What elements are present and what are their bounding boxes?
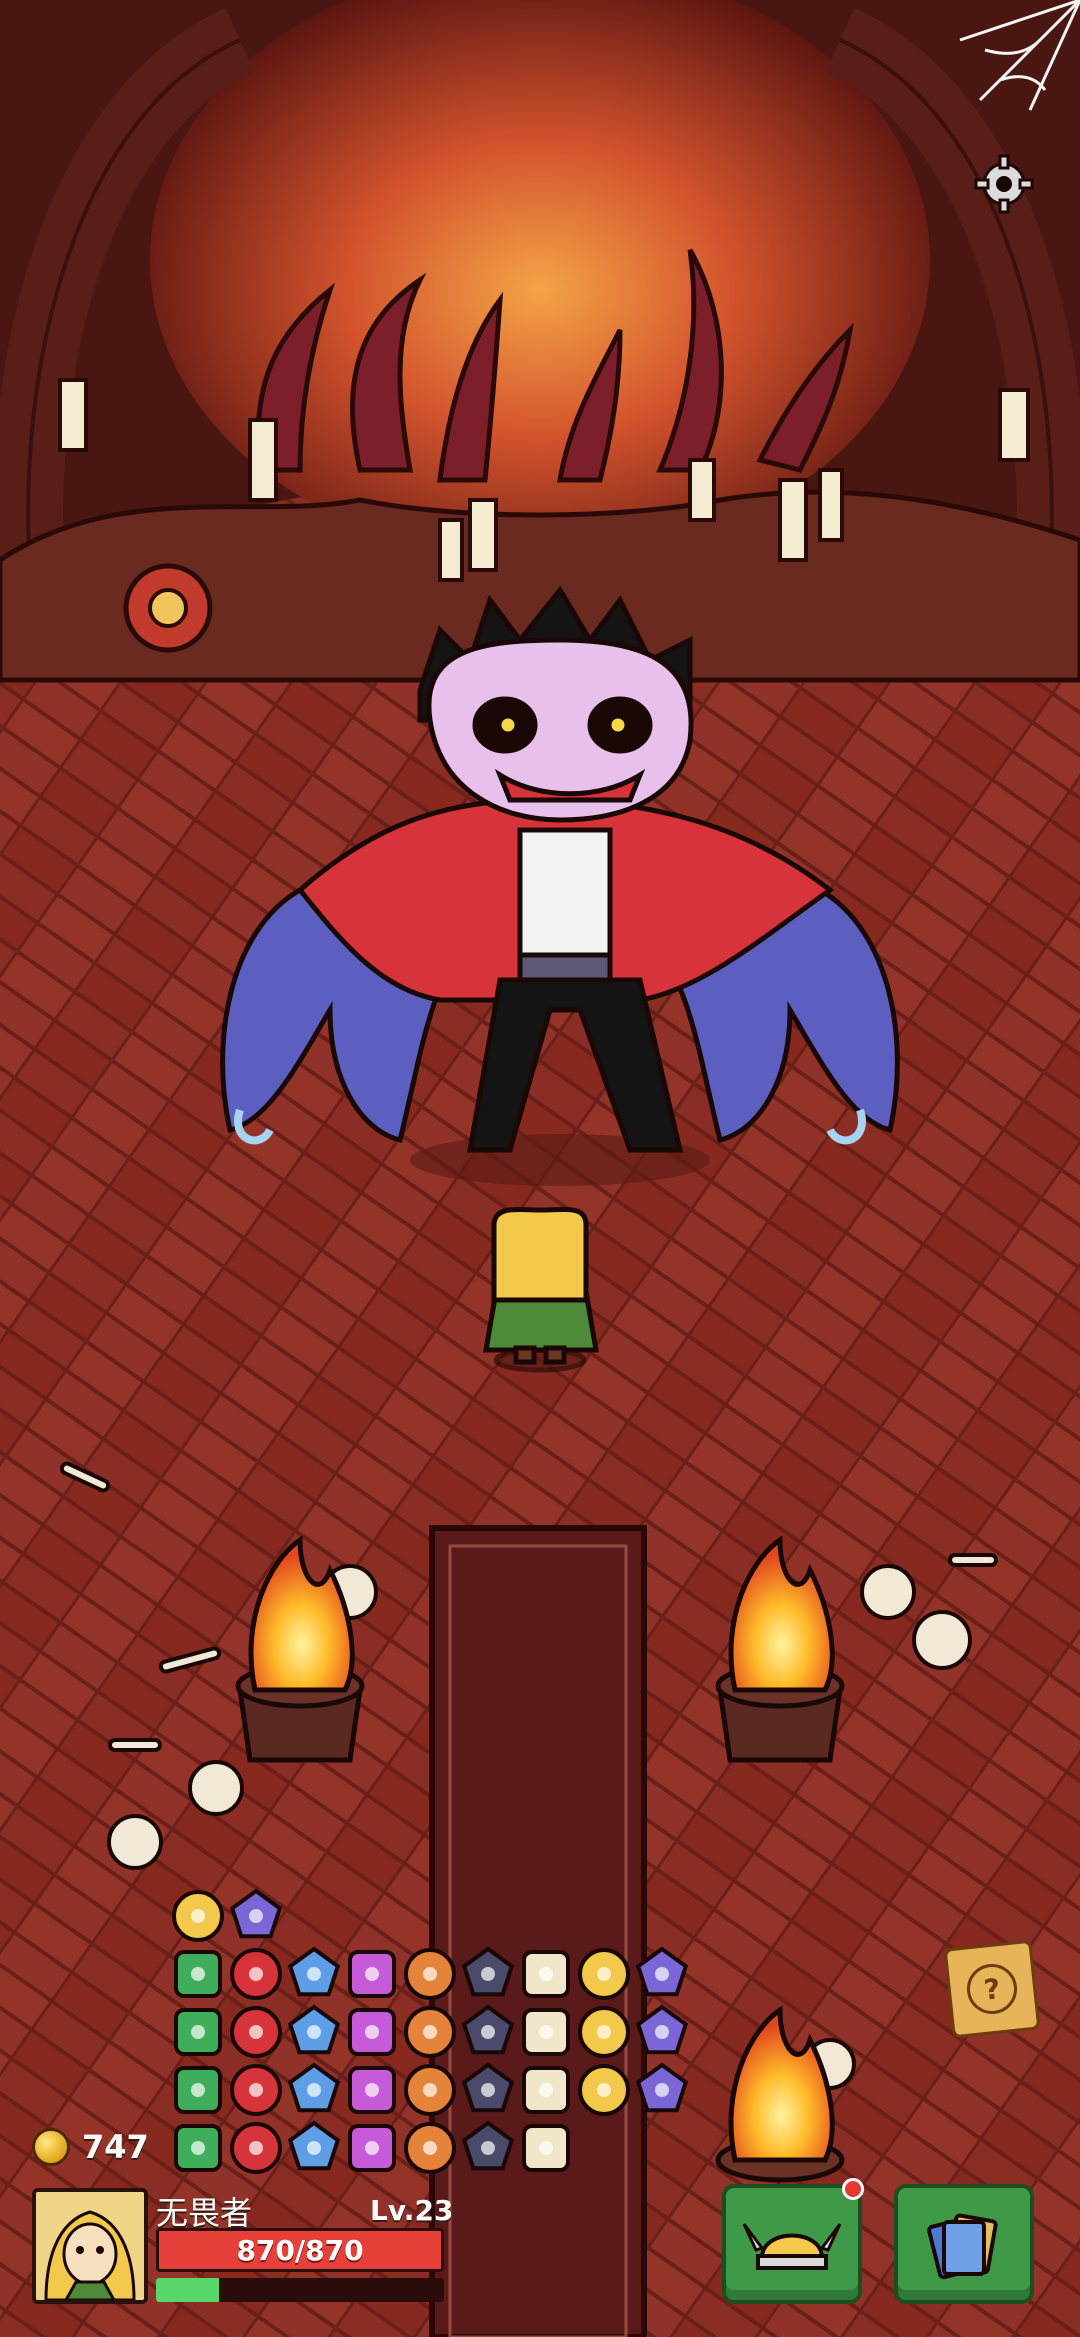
inventory-item[interactable] [404, 2122, 456, 2174]
coin-counter: 747 [32, 2128, 149, 2166]
player-level: Lv.23 [370, 2194, 454, 2227]
inventory-item[interactable] [404, 2006, 456, 2058]
inventory-item[interactable] [174, 2066, 222, 2114]
inventory-item[interactable] [635, 2004, 689, 2055]
coin-amount: 747 [82, 2128, 149, 2166]
inventory-item[interactable] [461, 2062, 515, 2113]
gear-icon[interactable] [972, 152, 1036, 216]
inventory-grid[interactable] [160, 1886, 700, 2186]
inventory-item[interactable] [522, 2124, 570, 2172]
inventory-item[interactable] [172, 1890, 224, 1942]
inventory-item[interactable] [578, 2006, 630, 2058]
inventory-item[interactable] [578, 2064, 630, 2116]
cards-button[interactable] [894, 2184, 1034, 2304]
inventory-item[interactable] [230, 2122, 282, 2174]
inventory-item[interactable] [348, 1950, 396, 1998]
inventory-item[interactable] [230, 1948, 282, 2000]
question-card-icon: ? [964, 1961, 1020, 2017]
inventory-item[interactable] [404, 2064, 456, 2116]
hero-button[interactable] [722, 2184, 862, 2304]
notification-dot [842, 2178, 864, 2200]
help-card-button[interactable]: ? [943, 1939, 1041, 2039]
hp-text: 870/870 [236, 2233, 364, 2267]
inventory-item[interactable] [522, 2008, 570, 2056]
xp-fill [156, 2278, 220, 2302]
hp-bar: 870/870 [156, 2228, 444, 2272]
inventory-item[interactable] [174, 2124, 222, 2172]
inventory-item[interactable] [174, 2008, 222, 2056]
inventory-item[interactable] [461, 2120, 515, 2171]
player-avatar[interactable] [32, 2188, 148, 2304]
inventory-item[interactable] [461, 2004, 515, 2055]
cards-icon [927, 2213, 998, 2280]
coin-icon [32, 2128, 70, 2166]
inventory-item[interactable] [287, 2120, 341, 2171]
inventory-item[interactable] [348, 2124, 396, 2172]
inventory-item[interactable] [635, 2062, 689, 2113]
inventory-item[interactable] [404, 1948, 456, 2000]
inventory-item[interactable] [635, 1946, 689, 1997]
inventory-item[interactable] [348, 2008, 396, 2056]
inventory-item[interactable] [578, 1948, 630, 2000]
inventory-item[interactable] [348, 2066, 396, 2114]
inventory-item[interactable] [287, 1946, 341, 1997]
xp-bar [156, 2278, 444, 2302]
viking-helmet-icon [742, 2223, 842, 2270]
inventory-item[interactable] [230, 2006, 282, 2058]
inventory-item[interactable] [174, 1950, 222, 1998]
inventory-item[interactable] [230, 2064, 282, 2116]
inventory-item[interactable] [287, 2062, 341, 2113]
inventory-item[interactable] [522, 2066, 570, 2114]
inventory-item[interactable] [461, 1946, 515, 1997]
inventory-item[interactable] [229, 1888, 283, 1939]
inventory-item[interactable] [522, 1950, 570, 1998]
inventory-item[interactable] [287, 2004, 341, 2055]
